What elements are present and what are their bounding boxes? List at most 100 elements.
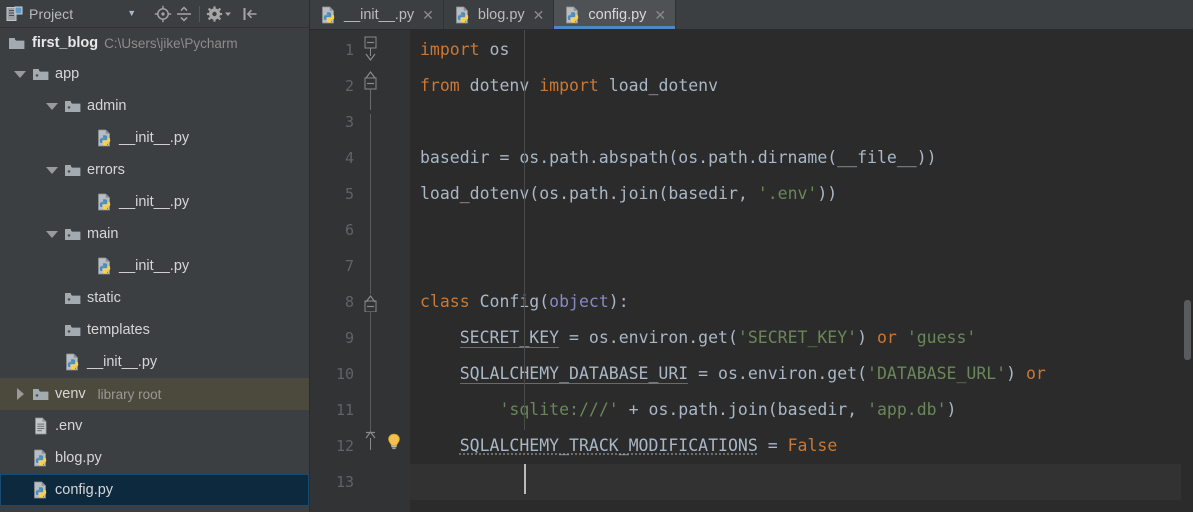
code-line[interactable]: SQLALCHEMY_TRACK_MODIFICATIONS = False [410,428,1193,464]
code-token: ) [1006,364,1026,383]
code-token: load_dotenv [598,76,719,95]
tree-item-static[interactable]: static [0,282,309,314]
tree-item-__init__py[interactable]: __init__.py [0,250,309,282]
line-number: 2 [344,77,354,95]
code-line[interactable] [410,212,1193,248]
code-token: basedir = os.path.abspath(os.path.dirnam… [420,148,937,167]
code-token: 'DATABASE_URL' [867,364,1007,383]
hide-panel-icon[interactable] [241,5,259,23]
project-tree[interactable]: app admin __init__.py errors __init__.py main… [0,58,309,512]
code-token: SECRET_KEY [459,328,560,348]
code-line[interactable]: from dotenv import load_dotenv [410,68,1193,104]
chevron-right-icon[interactable] [13,388,27,400]
line-number: 7 [344,257,354,275]
gutter-marker-strip[interactable] [380,30,410,512]
code-token: os [479,40,510,59]
python-file-icon [96,257,114,275]
code-line[interactable]: import os [410,32,1193,68]
project-toolbar: Project ▼ [0,0,309,28]
editor-tab-blogpy[interactable]: blog.py ✕ [444,0,555,29]
project-root-path: C:\Users\jike\Pycharm [104,35,238,51]
tree-item-errors[interactable]: errors [0,154,309,186]
code-token: False [787,436,838,455]
text-file-icon [32,417,50,435]
code-token: ) [857,328,877,347]
chevron-down-icon[interactable]: ▼ [127,9,136,18]
collapse-all-icon[interactable] [175,5,193,23]
folder-icon [64,323,82,338]
tree-item-label: __init__.py [119,258,190,274]
gear-dropdown-chevron-icon[interactable] [224,10,232,18]
code-token: load_dotenv(os.path.join(basedir, [420,184,758,203]
code-line[interactable]: SECRET_KEY = os.environ.get('SECRET_KEY'… [410,320,1193,356]
project-tool-window-button[interactable]: Project [6,6,73,22]
tree-item-admin[interactable]: admin [0,90,309,122]
class-fold-end-marker[interactable] [363,430,379,452]
code-line[interactable]: SQLALCHEMY_DATABASE_URI = os.environ.get… [410,356,1193,392]
line-number-gutter: 1 2 3 4 5 6 7 8 9 10 11 12 13 [310,30,362,512]
tree-item-app[interactable]: app [0,58,309,90]
tree-item-venv[interactable]: venv library root [0,378,309,410]
code-line[interactable]: load_dotenv(os.path.join(basedir, '.env'… [410,176,1193,212]
code-token: 'sqlite:///' [499,400,619,419]
close-icon[interactable]: ✕ [422,8,434,22]
line-number: 13 [335,473,354,491]
tree-item-__init__py[interactable]: __init__.py [0,186,309,218]
code-line[interactable] [410,248,1193,284]
tree-item-label: templates [87,322,150,338]
tree-item-__init__py[interactable]: __init__.py [0,346,309,378]
tree-item-label: __init__.py [119,194,190,210]
python-file-icon [454,6,472,24]
code-token: = [757,436,788,455]
python-file-icon [320,6,338,24]
code-token: import [539,76,599,95]
chevron-down-icon[interactable] [45,166,59,174]
code-line[interactable] [410,464,1193,500]
import-fold-marker[interactable] [363,34,379,110]
tree-item-main[interactable]: main [0,218,309,250]
chevron-down-icon[interactable] [45,230,59,238]
tree-item-label: config.py [55,482,114,498]
tree-item-__init__py[interactable]: __init__.py [0,122,309,154]
code-line[interactable]: 'sqlite:///' + os.path.join(basedir, 'ap… [410,392,1193,428]
code-token: from [420,76,460,95]
tree-item-templates[interactable]: templates [0,314,309,346]
line-number: 3 [344,113,354,131]
code-token: '.env' [757,184,818,203]
toolbar-divider [199,5,201,22]
editor-tab-configpy[interactable]: config.py ✕ [554,0,677,29]
editor-tab-__init__py[interactable]: __init__.py ✕ [310,0,444,29]
code-token: ): [608,292,629,311]
class-fold-marker[interactable] [363,292,379,312]
line-number: 9 [344,329,354,347]
tree-item-blogpy[interactable]: blog.py [0,442,309,474]
line-number: 10 [335,365,354,383]
code-folding-strip[interactable] [362,30,380,512]
scrollbar-thumb[interactable] [1184,300,1191,360]
chevron-down-icon[interactable] [45,102,59,110]
close-icon[interactable]: ✕ [654,8,666,22]
code-line[interactable]: basedir = os.path.abspath(os.path.dirnam… [410,140,1193,176]
code-line[interactable]: class Config(object): [410,284,1193,320]
intention-bulb-icon[interactable] [384,432,404,457]
python-file-icon [32,449,50,467]
code-token: Config( [469,292,550,311]
settings-gear-icon[interactable] [206,5,224,23]
tree-item-label: __init__.py [119,130,190,146]
close-icon[interactable]: ✕ [533,8,545,22]
code-line[interactable] [410,104,1193,140]
tree-item-env[interactable]: .env [0,410,309,442]
project-root-row[interactable]: first_blog C:\Users\jike\Pycharm [0,28,309,58]
chevron-down-icon[interactable] [13,70,27,78]
code-editor-content[interactable]: import os from dotenv import load_dotenv … [410,30,1193,512]
folder-icon [64,291,82,306]
folder-icon [64,163,82,178]
tree-item-configpy[interactable]: config.py [0,474,309,506]
line-number: 1 [344,41,354,59]
editor-vertical-scrollbar[interactable] [1181,30,1193,512]
locate-target-icon[interactable] [154,5,172,23]
python-file-icon [564,6,582,24]
code-token: object [549,292,609,311]
project-panel: Project ▼ first_blog C:\Users\jike\Pycha… [0,0,310,512]
